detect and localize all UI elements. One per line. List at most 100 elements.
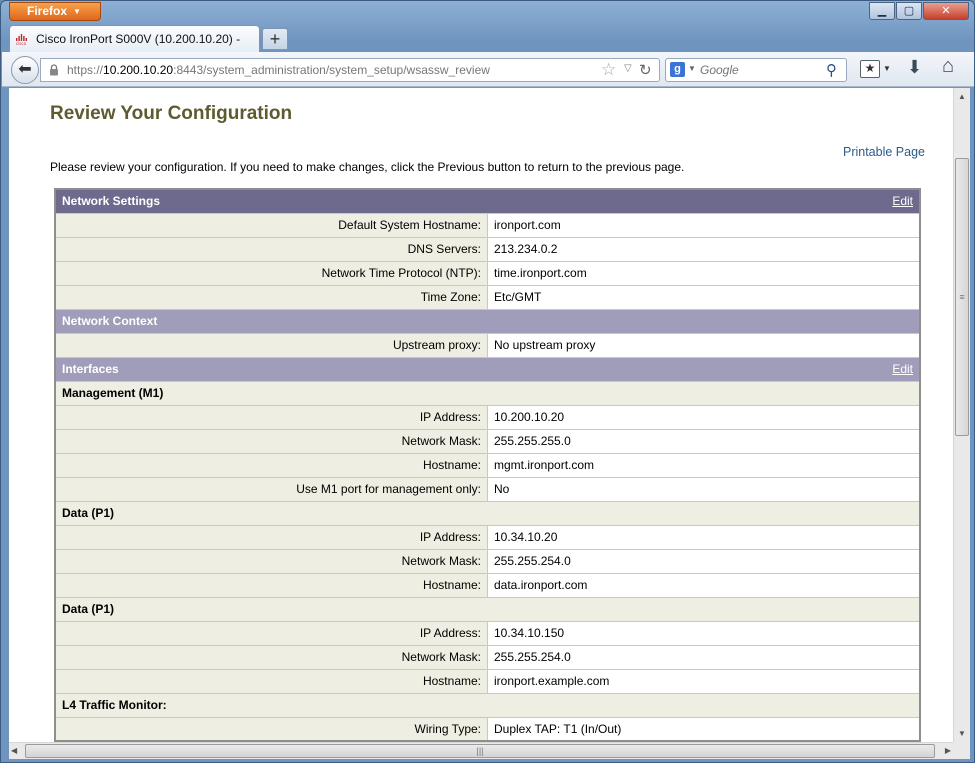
page-content: Review Your Configuration Printable Page… [9, 88, 953, 742]
row-value: ironport.com [487, 213, 920, 238]
row-label: DNS Servers: [55, 237, 488, 262]
url-scheme: https:// [67, 63, 104, 77]
row-label: Hostname: [55, 453, 488, 478]
row-label: Wiring Type: [55, 717, 488, 742]
row-value: 255.255.254.0 [487, 549, 920, 574]
row-value: time.ironport.com [487, 261, 920, 286]
row-value: Duplex TAP: T1 (In/Out) [487, 717, 920, 742]
row-value: 255.255.254.0 [487, 645, 920, 670]
row-label: Network Time Protocol (NTP): [55, 261, 488, 286]
printable-page-link[interactable]: Printable Page [843, 145, 925, 159]
group-title: Data (P1) [55, 597, 920, 622]
lock-icon [50, 64, 58, 76]
home-icon[interactable]: ⌂ [942, 55, 954, 78]
table-row: Default System Hostname: ironport.com [55, 213, 920, 238]
back-arrow-icon: ⬅ [18, 61, 32, 78]
row-value: No upstream proxy [487, 333, 920, 358]
section-title: Network Settings [62, 194, 161, 209]
bookmarks-menu-button[interactable]: ★ [860, 60, 880, 78]
row-label: Hostname: [55, 669, 488, 694]
page-title: Review Your Configuration [50, 103, 293, 124]
table-row: Hostname: data.ironport.com [55, 573, 920, 598]
group-row-l4-traffic-monitor: L4 Traffic Monitor: [55, 693, 920, 718]
horizontal-scroll-thumb[interactable]: ||| [25, 744, 935, 758]
row-value: data.ironport.com [487, 573, 920, 598]
row-value: 255.255.255.0 [487, 429, 920, 454]
minimize-button[interactable]: ▁ [869, 2, 895, 20]
bookmark-star-icon[interactable]: ☆ [601, 60, 616, 80]
table-row: Network Mask: 255.255.254.0 [55, 645, 920, 670]
row-label: IP Address: [55, 405, 488, 430]
back-button[interactable]: ⬅ [11, 56, 39, 84]
maximize-icon: ▢ [903, 5, 915, 17]
browser-tab[interactable]: cisco Cisco IronPort S000V (10.200.10.20… [9, 25, 260, 52]
section-title: Network Context [55, 309, 920, 334]
group-title: Data (P1) [55, 501, 920, 526]
network-settings-header: Network Settings Edit [55, 189, 920, 214]
history-dropdown-icon[interactable]: ▽ [624, 63, 632, 74]
section-title: Interfaces [62, 362, 119, 376]
group-title: Management (M1) [55, 381, 920, 406]
table-row: IP Address: 10.200.10.20 [55, 405, 920, 430]
vertical-scroll-thumb[interactable]: ≡ [955, 158, 969, 436]
bookmarks-dropdown-icon[interactable]: ▼ [883, 64, 891, 73]
row-label: IP Address: [55, 525, 488, 550]
scroll-right-arrow-icon[interactable]: ▶ [945, 743, 951, 759]
row-value: Etc/GMT [487, 285, 920, 310]
scroll-down-arrow-icon[interactable]: ▼ [954, 725, 970, 742]
google-engine-icon[interactable]: g [670, 62, 685, 77]
group-title: L4 Traffic Monitor: [55, 693, 920, 718]
row-value: 10.34.10.20 [487, 525, 920, 550]
search-input[interactable] [700, 63, 820, 77]
row-label: IP Address: [55, 621, 488, 646]
url-text: https://10.200.10.20:8443/system_adminis… [67, 63, 490, 77]
firefox-menu-button[interactable]: Firefox ▼ [9, 2, 101, 21]
group-row-data-p1-second: Data (P1) [55, 597, 920, 622]
resize-grip[interactable] [953, 742, 970, 759]
url-bar[interactable]: https://10.200.10.20:8443/system_adminis… [40, 58, 660, 82]
table-row: Use M1 port for management only: No [55, 477, 920, 502]
row-value: No [487, 477, 920, 502]
search-icon[interactable]: ⚲ [826, 61, 837, 79]
row-value: 213.234.0.2 [487, 237, 920, 262]
interfaces-edit-link[interactable]: Edit [892, 362, 913, 376]
table-row: Network Mask: 255.255.255.0 [55, 429, 920, 454]
vertical-scrollbar[interactable]: ▲ ≡ ▼ [953, 88, 970, 742]
scroll-left-arrow-icon[interactable]: ◀ [11, 743, 17, 759]
maximize-button[interactable]: ▢ [896, 2, 922, 20]
intro-text: Please review your configuration. If you… [50, 160, 685, 174]
table-row: Upstream proxy: No upstream proxy [55, 333, 920, 358]
close-window-button[interactable]: ✕ [923, 2, 969, 20]
plus-icon: + [269, 29, 281, 49]
table-row: Time Zone: Etc/GMT [55, 285, 920, 310]
network-context-header: Network Context [55, 309, 920, 334]
engine-dropdown-icon[interactable]: ▼ [688, 64, 696, 73]
row-value: 10.34.10.150 [487, 621, 920, 646]
bookmarks-star-icon: ★ [864, 61, 876, 75]
group-row-management: Management (M1) [55, 381, 920, 406]
row-label: Network Mask: [55, 645, 488, 670]
table-row: Network Mask: 255.255.254.0 [55, 549, 920, 574]
scroll-up-arrow-icon[interactable]: ▲ [954, 88, 970, 105]
row-value: 10.200.10.20 [487, 405, 920, 430]
network-settings-edit-link[interactable]: Edit [892, 194, 913, 208]
navigation-toolbar: ⬅ https://10.200.10.20:8443/system_admin… [2, 52, 974, 87]
reload-icon[interactable]: ↻ [639, 61, 652, 79]
close-icon: ✕ [941, 5, 951, 17]
horizontal-scrollbar[interactable]: ◀ ||| ▶ [9, 742, 953, 759]
row-label: Network Mask: [55, 549, 488, 574]
svg-text:cisco: cisco [16, 41, 27, 45]
group-row-data-p1: Data (P1) [55, 501, 920, 526]
table-row: Network Time Protocol (NTP): time.ironpor… [55, 261, 920, 286]
row-value: ironport.example.com [487, 669, 920, 694]
download-icon[interactable]: ⬇ [907, 57, 922, 78]
row-label: Network Mask: [55, 429, 488, 454]
browser-window: Firefox ▼ ▁ ▢ ✕ cisco Cisco IronPort S000… [0, 0, 975, 763]
minimize-icon: ▁ [877, 5, 887, 17]
interfaces-header: Interfaces Edit [55, 357, 920, 382]
new-tab-button[interactable]: + [262, 28, 288, 50]
table-row: IP Address: 10.34.10.150 [55, 621, 920, 646]
row-value: mgmt.ironport.com [487, 453, 920, 478]
row-label: Hostname: [55, 573, 488, 598]
search-bar[interactable]: g ▼ ⚲ [665, 58, 847, 82]
